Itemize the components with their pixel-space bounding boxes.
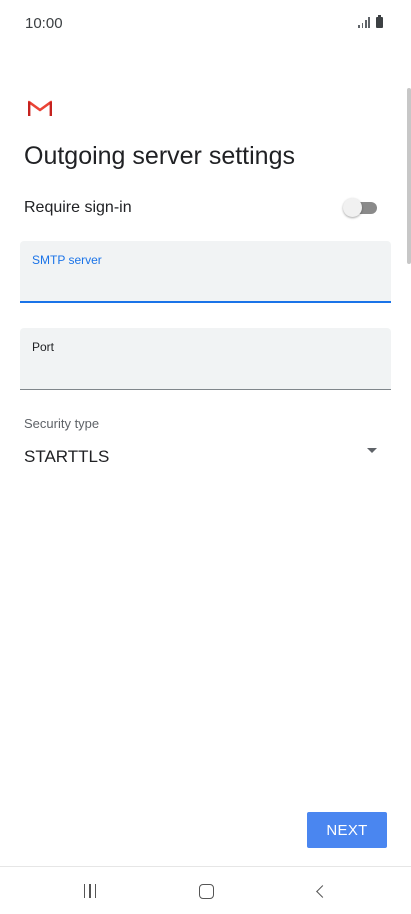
signal-icon xyxy=(358,16,370,28)
recent-apps-button[interactable] xyxy=(70,877,110,905)
gmail-logo xyxy=(28,100,52,116)
port-label: Port xyxy=(32,340,55,354)
status-time: 10:00 xyxy=(25,15,63,32)
scroll-indicator xyxy=(407,88,411,264)
toggle-thumb xyxy=(343,198,362,217)
next-button[interactable]: NEXT xyxy=(307,812,387,848)
require-signin-toggle[interactable] xyxy=(343,198,377,217)
status-bar: 10:00 xyxy=(0,0,411,48)
security-type-dropdown[interactable]: STARTTLS xyxy=(20,440,391,476)
navigation-bar xyxy=(0,867,411,914)
port-input[interactable] xyxy=(32,360,372,382)
home-button[interactable] xyxy=(186,877,226,905)
smtp-server-label: SMTP server xyxy=(32,253,102,267)
security-type-label: Security type xyxy=(24,416,100,431)
security-type-value: STARTTLS xyxy=(24,447,110,466)
dropdown-arrow-icon[interactable] xyxy=(367,448,377,453)
status-icons xyxy=(358,15,383,28)
home-icon xyxy=(198,883,214,899)
require-signin-label: Require sign-in xyxy=(24,199,132,216)
recent-apps-icon xyxy=(83,884,97,898)
page-title: Outgoing server settings xyxy=(24,142,295,170)
back-icon xyxy=(315,884,329,898)
battery-icon xyxy=(376,15,383,28)
smtp-server-field[interactable]: SMTP server xyxy=(20,241,391,303)
smtp-server-input[interactable] xyxy=(32,273,372,295)
port-field[interactable]: Port xyxy=(20,328,391,390)
require-signin-row[interactable]: Require sign-in xyxy=(24,192,379,222)
back-button[interactable] xyxy=(300,877,340,905)
